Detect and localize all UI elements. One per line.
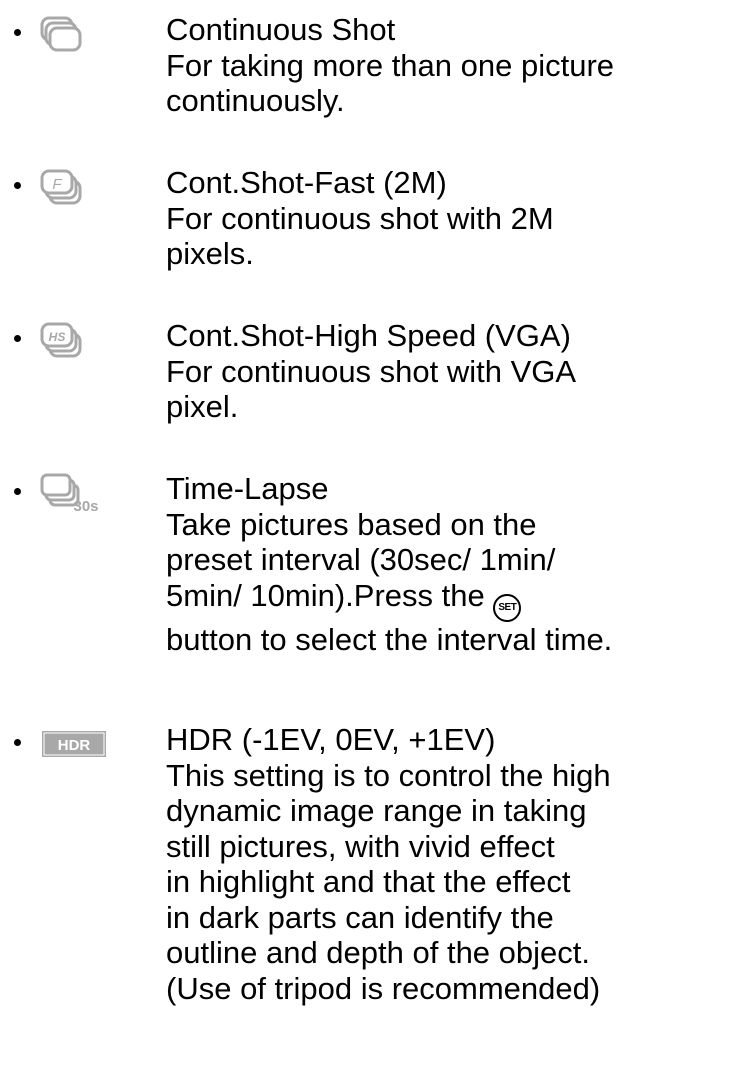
item-description-line: in dark parts can identify the (166, 899, 554, 935)
item-description-line: dynamic image range in taking (166, 793, 587, 828)
item-title: Cont.Shot-Fast (2M) (166, 165, 447, 200)
list-item: HDR HDR (-1EV, 0EV, +1EV) This setting i… (0, 722, 730, 1072)
hdr-icon: HDR (34, 724, 110, 769)
item-description-line: still pictures, with vivid effect (166, 828, 555, 864)
item-description-line: preset interval (30sec/ 1min/ (166, 542, 556, 577)
list-item: F Cont.Shot-Fast (2M) For continuous sho… (0, 165, 730, 295)
item-description-text: 5min/ 10min).Press the (166, 577, 485, 613)
bullet (14, 335, 21, 342)
cont-shot-high-speed-icon: HS (34, 320, 110, 365)
item-title: Time-Lapse (166, 471, 329, 506)
bullet (14, 488, 21, 495)
list-item: HS Cont.Shot-High Speed (VGA) For contin… (0, 318, 730, 448)
item-description-line: pixel. (166, 389, 239, 424)
time-lapse-icon: 30s (34, 473, 110, 518)
item-title: Cont.Shot-High Speed (VGA) (166, 318, 571, 353)
item-description-line: This setting is to control the high (166, 757, 611, 793)
item-description-line: For continuous shot with 2M (166, 200, 554, 236)
cont-shot-fast-icon: F (34, 167, 110, 212)
bullet (14, 29, 21, 36)
cont-shot-high-speed-icon-label: HS (49, 330, 66, 344)
continuous-shot-icon (34, 14, 110, 59)
bullet (14, 182, 21, 189)
item-description-line: continuously. (166, 83, 345, 118)
item-title: HDR (-1EV, 0EV, +1EV) (166, 722, 496, 757)
item-description-line: For taking more than one picture (166, 47, 615, 83)
item-description-line: For continuous shot with VGA (166, 353, 577, 389)
item-description-line: outline and depth of the object. (166, 935, 590, 970)
list-item: 30s Time-Lapse Take pictures based on th… (0, 471, 730, 691)
item-title: Continuous Shot (166, 12, 396, 47)
hdr-icon-label: HDR (58, 737, 91, 754)
list-item: Continuous Shot For taking more than one… (0, 12, 730, 142)
time-lapse-icon-label: 30s (73, 498, 98, 513)
item-description-line: in highlight and that the effect (166, 864, 571, 899)
item-description-line: pixels. (166, 236, 254, 271)
item-description-line: 5min/ 10min).Press the SET (166, 578, 726, 622)
cont-shot-fast-icon-label: F (52, 176, 62, 193)
item-description-line: button to select the interval time. (166, 621, 613, 657)
bullet (14, 739, 21, 746)
item-description-line: (Use of tripod is recommended) (166, 970, 601, 1006)
item-description-line: Take pictures based on the (166, 506, 537, 542)
set-button-icon: SET (493, 593, 522, 622)
